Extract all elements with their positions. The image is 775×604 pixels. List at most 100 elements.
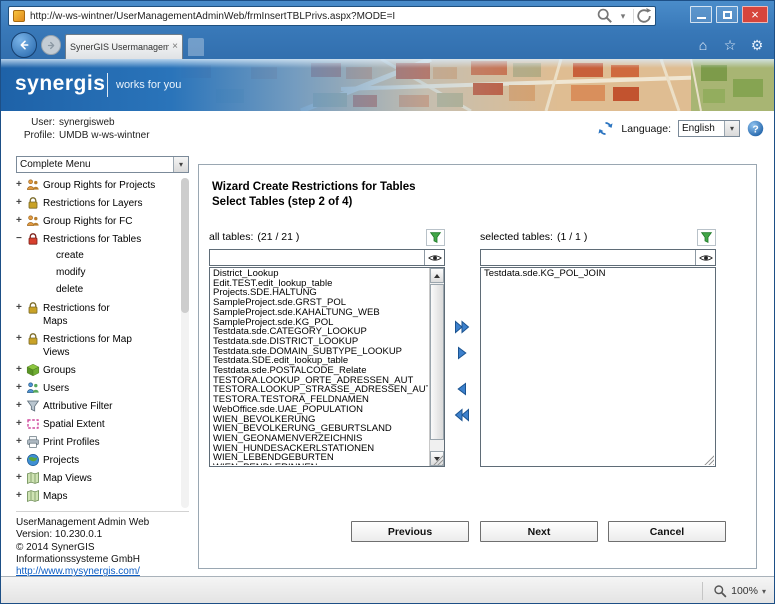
expand-icon[interactable]: + bbox=[16, 489, 25, 502]
expand-icon[interactable]: + bbox=[16, 214, 25, 227]
favorites-star-icon[interactable]: ☆ bbox=[721, 35, 739, 55]
move-all-right-button[interactable] bbox=[452, 317, 472, 337]
tree-item[interactable]: +Restrictions for Layers bbox=[16, 196, 180, 210]
all-tables-filter-input[interactable] bbox=[210, 251, 424, 265]
zoom-control[interactable]: 100% ▾ bbox=[702, 582, 766, 600]
expand-icon[interactable]: + bbox=[16, 435, 25, 448]
all-tables-preview-button[interactable] bbox=[424, 250, 444, 265]
refresh-sync-icon[interactable] bbox=[597, 120, 614, 137]
autocomplete-caret-icon[interactable]: ▾ bbox=[614, 8, 632, 24]
tree-item[interactable]: + Spatial Extent bbox=[16, 417, 180, 431]
zoom-level[interactable]: 100% bbox=[731, 585, 758, 597]
list-item[interactable]: WIEN_BEVÖLKERUNG_GEBURTSLAND bbox=[211, 424, 428, 434]
tree-item-label[interactable]: Users bbox=[43, 381, 69, 395]
expand-icon[interactable]: + bbox=[16, 417, 25, 430]
tree-item-label[interactable]: Maps bbox=[43, 489, 67, 503]
resize-gripper-icon[interactable] bbox=[433, 455, 443, 465]
list-item[interactable]: TESTORA.TESTORA_FELDNAMEN bbox=[211, 395, 428, 405]
tree-item-label[interactable]: Restrictions for Maps bbox=[43, 301, 135, 328]
expand-icon[interactable]: + bbox=[16, 453, 25, 466]
tree-item-label[interactable]: Attributive Filter bbox=[43, 399, 112, 413]
settings-gear-icon[interactable]: ⚙ bbox=[748, 35, 766, 55]
tree-item[interactable]: + Restrictions for Map Views bbox=[16, 332, 180, 359]
tree-item[interactable]: + Groups bbox=[16, 363, 180, 377]
expand-icon[interactable]: + bbox=[16, 332, 25, 345]
list-item[interactable]: Testdata.SDE.edit_lookup_table bbox=[211, 356, 428, 366]
expand-icon[interactable]: + bbox=[16, 196, 25, 209]
tree-item[interactable]: + Print Profiles bbox=[16, 435, 180, 449]
all-tables-filter-button[interactable] bbox=[426, 229, 445, 246]
list-item[interactable]: Edit.TEST.edit_lookup_table bbox=[211, 279, 428, 289]
move-left-button[interactable] bbox=[452, 379, 472, 399]
resize-gripper-icon[interactable] bbox=[704, 455, 714, 465]
menu-dropdown[interactable]: Complete Menu ▾ bbox=[16, 156, 189, 173]
tree-item-label[interactable]: Print Profiles bbox=[43, 435, 100, 449]
address-bar[interactable]: http://w-ws-wintner/UserManagementAdminW… bbox=[8, 6, 656, 26]
previous-button[interactable]: Previous bbox=[351, 521, 469, 542]
tree-item[interactable]: +Restrictions for Maps bbox=[16, 301, 180, 328]
scrollbar-thumb[interactable] bbox=[430, 284, 444, 440]
refresh-icon[interactable] bbox=[635, 8, 653, 24]
expand-icon[interactable]: + bbox=[16, 381, 25, 394]
list-item[interactable]: WIEN_GEONAMENVERZEICHNIS bbox=[211, 434, 428, 444]
browser-tab[interactable]: SynerGIS Usermanagement ... × bbox=[65, 34, 183, 59]
tree-item-label[interactable]: Group Rights for FC bbox=[43, 214, 132, 228]
list-item[interactable]: WIEN_LEBENDGEBURTEN bbox=[211, 453, 428, 463]
selected-tables-preview-button[interactable] bbox=[695, 250, 715, 265]
list-item[interactable]: WebOffice.sde.UAE_POPULATION bbox=[211, 405, 428, 415]
tree-item[interactable]: +Map Views bbox=[16, 471, 180, 485]
list-item[interactable]: WIEN_BEVÖLKERUNG bbox=[211, 415, 428, 425]
move-right-button[interactable] bbox=[452, 343, 472, 363]
search-icon[interactable] bbox=[596, 8, 614, 24]
expand-icon[interactable]: + bbox=[16, 507, 25, 508]
minimize-button[interactable] bbox=[690, 6, 712, 23]
list-item[interactable]: WIEN_PENDLERINNEN bbox=[211, 463, 428, 465]
tree-item-label[interactable]: Restrictions for Map Views bbox=[43, 332, 135, 359]
tree-item[interactable]: + Group Rights for FC bbox=[16, 214, 180, 228]
collapse-icon[interactable]: − bbox=[16, 232, 25, 245]
new-tab-button[interactable] bbox=[188, 38, 204, 56]
maximize-button[interactable] bbox=[716, 6, 738, 23]
expand-icon[interactable]: + bbox=[16, 178, 25, 191]
scroll-up-icon[interactable] bbox=[430, 268, 444, 283]
sidebar-scrollbar[interactable] bbox=[181, 178, 189, 508]
language-select[interactable]: English ▾ bbox=[678, 120, 740, 137]
forward-button[interactable] bbox=[41, 35, 61, 55]
tree-item-label[interactable]: Restrictions for Tables bbox=[43, 232, 141, 246]
url-text[interactable]: http://w-ws-wintner/UserManagementAdminW… bbox=[30, 11, 596, 22]
all-tables-list[interactable]: District_LookupEdit.TEST.edit_lookup_tab… bbox=[209, 267, 445, 467]
list-scrollbar[interactable] bbox=[429, 268, 444, 466]
sidebar-scrollbar-thumb[interactable] bbox=[181, 178, 189, 313]
list-item[interactable]: Testdata.sde.DISTRICT_LOOKUP bbox=[211, 337, 428, 347]
help-button[interactable]: ? bbox=[747, 120, 764, 137]
tree-item-label[interactable]: Groups bbox=[43, 363, 76, 377]
tree-item[interactable]: + Attributive Filter bbox=[16, 399, 180, 413]
tree-item-label[interactable]: Projects bbox=[43, 453, 79, 467]
list-item[interactable]: Projects.SDE.HALTUNG bbox=[211, 288, 428, 298]
list-item[interactable]: WIEN_HUNDESACKERLSTATIONEN bbox=[211, 444, 428, 454]
back-button[interactable] bbox=[11, 32, 37, 58]
list-item[interactable]: District_Lookup bbox=[211, 269, 428, 279]
tree-item[interactable]: + Layers bbox=[16, 507, 180, 508]
tree-item[interactable]: + Maps bbox=[16, 489, 180, 503]
list-item[interactable]: Testdata.sde.KG_POL_JOIN bbox=[482, 269, 714, 279]
cancel-button[interactable]: Cancel bbox=[608, 521, 726, 542]
list-item[interactable]: Testdata.sde.DOMAIN_SUBTYPE_LOOKUP bbox=[211, 347, 428, 357]
tree-item-label[interactable]: Group Rights for Projects bbox=[43, 178, 155, 192]
expand-icon[interactable]: + bbox=[16, 363, 25, 376]
close-button[interactable]: × bbox=[742, 6, 768, 23]
expand-icon[interactable]: + bbox=[16, 399, 25, 412]
tab-close-icon[interactable]: × bbox=[172, 42, 178, 52]
list-item[interactable]: Testdata.sde.POSTALCODE_Relate bbox=[211, 366, 428, 376]
tree-item[interactable]: + Group Rights for Projects bbox=[16, 178, 180, 192]
tree-subitem-delete[interactable]: delete bbox=[56, 284, 180, 296]
expand-icon[interactable]: + bbox=[16, 471, 25, 484]
selected-tables-filter-input[interactable] bbox=[481, 251, 695, 265]
tree-item-label[interactable]: Layers bbox=[43, 507, 73, 508]
tree-item-label[interactable]: Spatial Extent bbox=[43, 417, 105, 431]
home-icon[interactable]: ⌂ bbox=[694, 35, 712, 55]
list-item[interactable]: SampleProject.sde.GRST_POL bbox=[211, 298, 428, 308]
list-item[interactable]: TESTORA.LOOKUP_STRASSE_ADRESSEN_AUT bbox=[211, 385, 428, 395]
next-button[interactable]: Next bbox=[480, 521, 598, 542]
list-item[interactable]: SampleProject.sde.KG_POL bbox=[211, 318, 428, 328]
